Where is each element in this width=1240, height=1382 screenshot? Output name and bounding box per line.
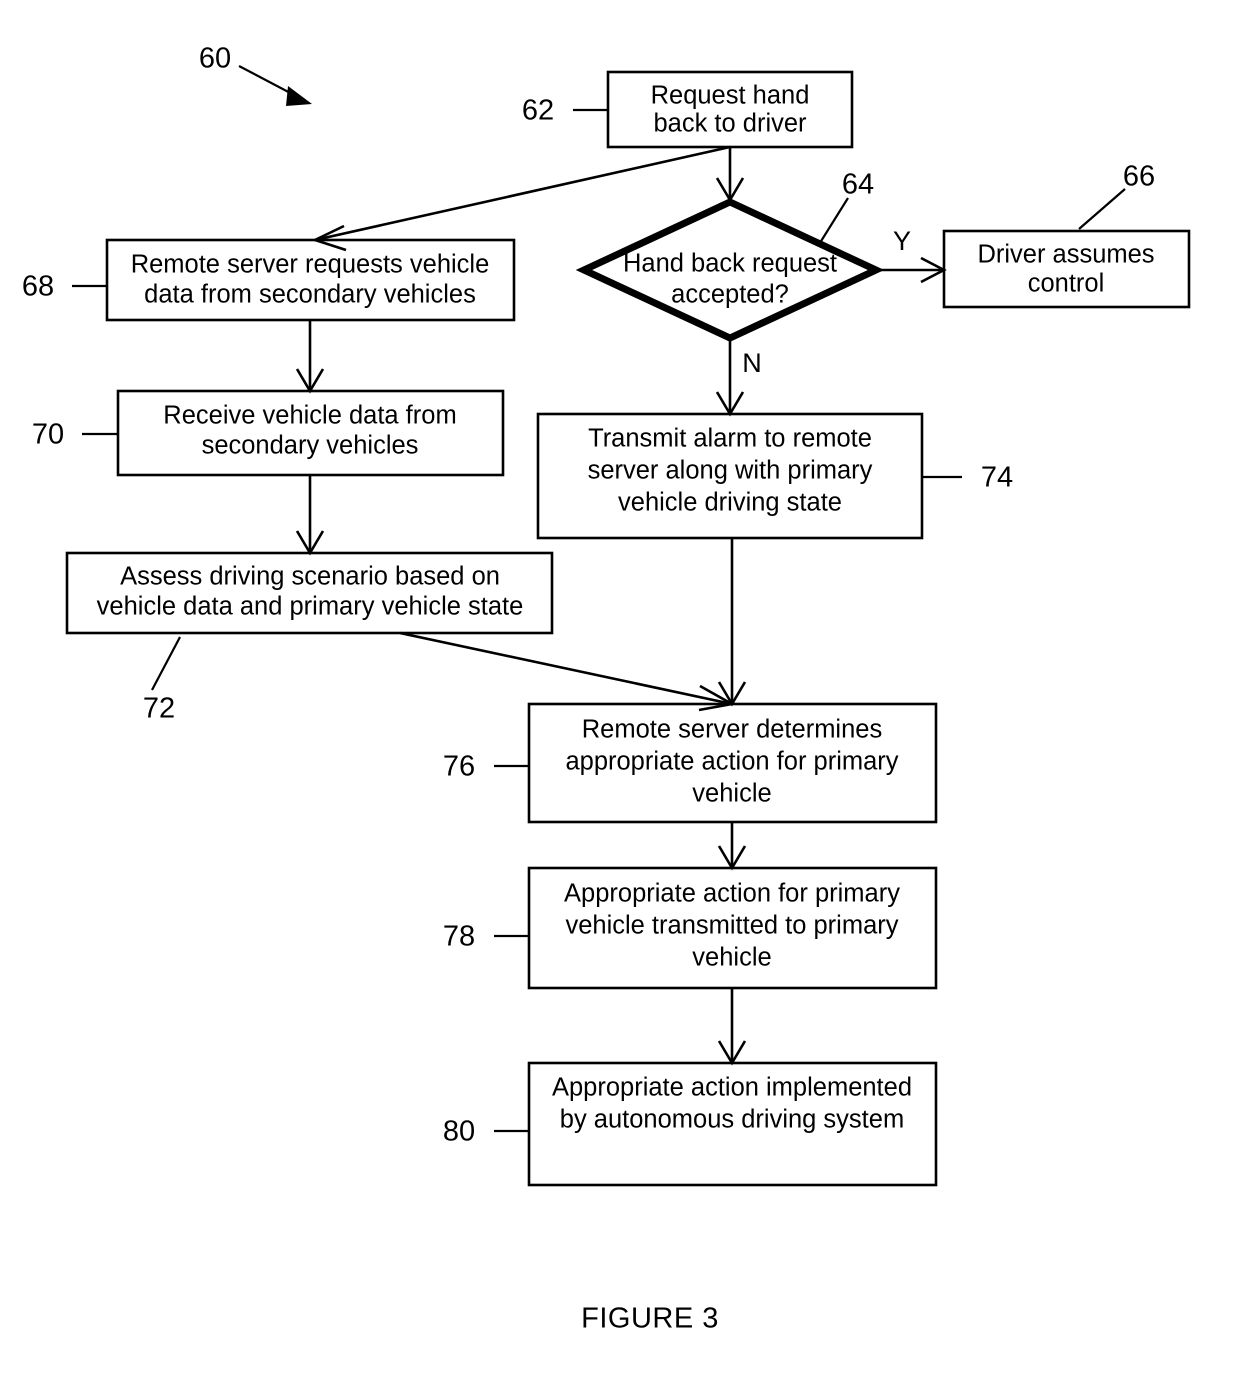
node-request-hand-back[interactable]: Request hand back to driver 62 (522, 70, 854, 149)
flowchart-canvas: 60 Request hand back to driver 62 Hand b… (22, 43, 1191, 1335)
connector-62-to-64 (715, 147, 745, 203)
node-72-leader (151, 636, 181, 691)
diagram-ref-60-group: 60 (199, 43, 312, 106)
node-remote-server-requests-data[interactable]: Remote server requests vehicle data from… (22, 238, 516, 322)
node-76-line-1: Remote server determines (582, 716, 882, 744)
branch-label-no: N (742, 348, 762, 378)
ref-label-78: 78 (443, 921, 475, 953)
node-action-transmitted[interactable]: Appropriate action for primary vehicle t… (443, 866, 938, 990)
node-74-line-3: vehicle driving state (618, 489, 842, 517)
node-78-line-1: Appropriate action for primary (564, 880, 900, 908)
connector-64-to-66: Y (876, 226, 947, 284)
ref-label-76: 76 (443, 751, 475, 783)
node-62-line-2: back to driver (653, 110, 807, 138)
connector-76-to-78 (717, 822, 747, 871)
node-64-line-2: accepted? (671, 281, 789, 309)
node-66-leader (1078, 188, 1126, 230)
node-72-line-1: Assess driving scenario based on (120, 563, 500, 591)
node-74-line-2: server along with primary (588, 457, 873, 485)
node-78-line-2: vehicle transmitted to primary (565, 912, 898, 940)
patent-figure: 60 Request hand back to driver 62 Hand b… (0, 0, 1240, 1382)
connector-78-to-80 (717, 988, 747, 1066)
node-80-line-2: by autonomous driving system (560, 1106, 904, 1134)
ref-label-60: 60 (199, 43, 231, 75)
ref-label-80: 80 (443, 1116, 475, 1148)
node-70-line-2: secondary vehicles (202, 432, 419, 460)
node-80-line-1: Appropriate action implemented (552, 1074, 912, 1102)
node-action-implemented[interactable]: Appropriate action implemented by autono… (443, 1061, 938, 1187)
node-70-line-1: Receive vehicle data from (163, 402, 456, 430)
node-64-leader (817, 197, 849, 247)
figure-caption: FIGURE 3 (581, 1303, 719, 1335)
ref-label-68: 68 (22, 271, 54, 303)
ref-label-70: 70 (32, 419, 64, 451)
connector-68-to-70 (295, 320, 325, 394)
node-66-line-2: control (1028, 270, 1105, 298)
node-68-line-1: Remote server requests vehicle (131, 251, 490, 279)
branch-label-yes: Y (893, 226, 911, 256)
connector-72-to-76 (399, 631, 736, 712)
node-72-line-2: vehicle data and primary vehicle state (97, 593, 524, 621)
node-74-line-1: Transmit alarm to remote (588, 425, 872, 453)
node-68-line-2: data from secondary vehicles (144, 281, 476, 309)
node-76-line-3: vehicle (692, 780, 771, 808)
ref-label-66: 66 (1123, 161, 1155, 193)
node-assess-driving-scenario[interactable]: Assess driving scenario based on vehicle… (65, 551, 554, 725)
node-receive-vehicle-data[interactable]: Receive vehicle data from secondary vehi… (32, 389, 505, 477)
ref-label-64: 64 (842, 169, 874, 201)
node-78-line-3: vehicle (692, 944, 771, 972)
connector-72-76-line (399, 631, 733, 706)
node-transmit-alarm[interactable]: Transmit alarm to remote server along wi… (536, 412, 1013, 540)
ref-label-72: 72 (143, 693, 175, 725)
node-62-line-1: Request hand (651, 82, 810, 110)
node-remote-server-determines-action[interactable]: Remote server determines appropriate act… (443, 702, 938, 824)
connector-62-68-line (314, 145, 731, 242)
ref-label-62: 62 (522, 95, 554, 127)
connector-74-to-76 (717, 538, 747, 707)
connector-70-to-72 (295, 475, 325, 556)
ref-label-74: 74 (981, 462, 1013, 494)
node-66-line-1: Driver assumes (977, 241, 1154, 269)
node-64-line-1: Hand back request (623, 250, 837, 278)
diagram-ref-60-arrowhead (286, 86, 312, 106)
connector-64-to-74: N (715, 338, 762, 417)
node-driver-assumes-control[interactable]: Driver assumes control 66 (942, 161, 1191, 309)
node-76-line-2: appropriate action for primary (565, 748, 898, 776)
